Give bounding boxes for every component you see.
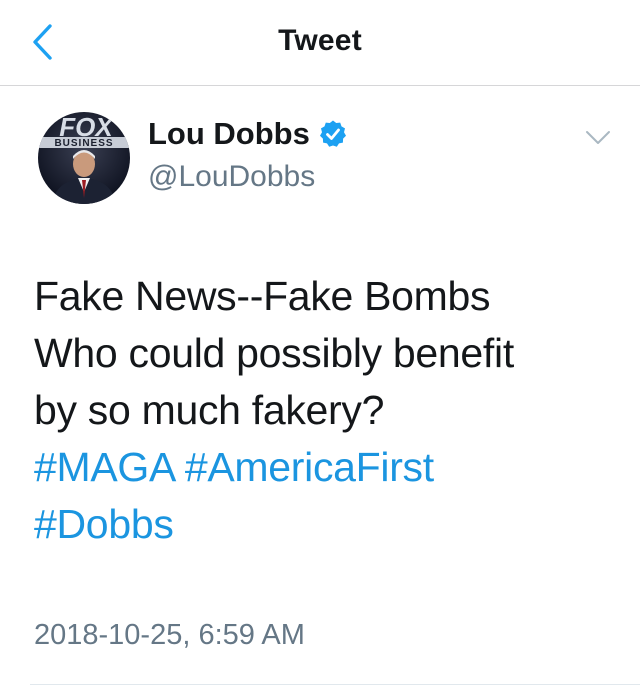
author-handle[interactable]: @LouDobbs <box>148 160 315 194</box>
tweet-detail: FOX BUSINESS Lou Dobbs @LouDobbs Fake Ne… <box>0 86 640 693</box>
hashtag-link[interactable]: #AmericaFirst <box>185 444 434 490</box>
navigation-bar: Tweet <box>0 0 640 86</box>
chevron-down-icon <box>586 131 610 144</box>
hashtag-line: #Dobbs <box>34 496 624 553</box>
hashtag-link[interactable]: #MAGA <box>34 444 174 490</box>
tweet-options-button[interactable] <box>583 126 613 150</box>
tweet-timestamp[interactable]: 2018-10-25, 6:59 AM <box>34 619 305 652</box>
page-title: Tweet <box>278 24 362 57</box>
hashtag-link[interactable]: #Dobbs <box>34 501 174 547</box>
author-name[interactable]: Lou Dobbs <box>148 116 310 152</box>
author-name-row[interactable]: Lou Dobbs <box>148 116 348 152</box>
hashtag-line: #MAGA #AmericaFirst <box>34 439 624 496</box>
divider <box>30 684 640 685</box>
avatar[interactable]: FOX BUSINESS <box>38 112 130 204</box>
avatar-image: FOX BUSINESS <box>38 112 130 204</box>
tweet-text-line: Fake News--Fake Bombs <box>34 273 491 319</box>
svg-text:BUSINESS: BUSINESS <box>54 138 113 149</box>
tweet-text: Fake News--Fake Bombs Who could possibly… <box>34 268 624 553</box>
tweet-text-line: by so much fakery? <box>34 387 385 433</box>
verified-badge-icon <box>319 120 346 147</box>
tweet-text-line: Who could possibly benefit <box>34 330 514 376</box>
